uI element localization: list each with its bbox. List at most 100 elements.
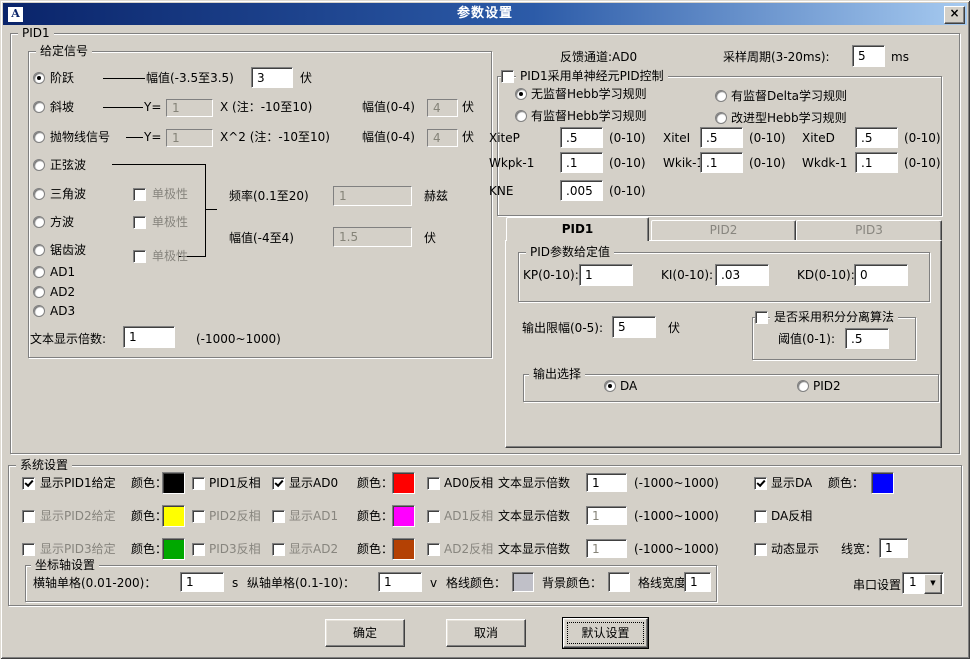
kd-input[interactable] (854, 264, 908, 286)
xited-label: XiteD (802, 131, 835, 145)
threshold-input[interactable] (845, 328, 889, 349)
cancel-button[interactable]: 取消 (446, 619, 526, 647)
pid2-invert-checkbox[interactable] (192, 510, 205, 523)
output-select-label: 输出选择 (529, 367, 585, 381)
radio-ad1[interactable] (33, 266, 45, 278)
mult3-input[interactable] (586, 539, 627, 558)
ok-button[interactable]: 确定 (325, 619, 405, 647)
chevron-down-icon[interactable]: ▼ (924, 574, 942, 594)
freq-input[interactable] (333, 186, 412, 206)
kne-input[interactable] (560, 180, 603, 201)
radio-square[interactable] (33, 216, 45, 228)
radio-hebb-unsupervised[interactable] (515, 88, 527, 100)
unipolar-triangle-checkbox[interactable] (133, 188, 146, 201)
signal-mult-input[interactable] (123, 326, 175, 348)
xited-input[interactable] (855, 127, 898, 148)
neural-enable-label: PID1采用单神经元PID控制 (516, 69, 668, 83)
radio-pid2-output[interactable] (797, 380, 809, 392)
da-invert-checkbox[interactable] (754, 510, 767, 523)
sample-period-input[interactable] (852, 45, 885, 67)
ramp-y-label: Y= (144, 100, 161, 114)
show-pid3-checkbox[interactable] (22, 543, 35, 556)
xitep-input[interactable] (560, 127, 603, 148)
mult3-label: 文本显示倍数 (498, 542, 570, 556)
mult2-input[interactable] (586, 506, 627, 525)
radio-ad2[interactable] (33, 286, 45, 298)
kp-input[interactable] (579, 264, 633, 286)
close-button[interactable]: × (944, 6, 965, 24)
pid3-invert-label: PID3反相 (209, 542, 261, 556)
wkik-label: Wkik-1 (663, 156, 704, 170)
show-ad2-checkbox[interactable] (272, 543, 285, 556)
xitei-input[interactable] (700, 127, 743, 148)
ramp-coef-input[interactable] (166, 99, 213, 117)
step-amp-input[interactable] (251, 67, 293, 88)
unipolar-square-checkbox[interactable] (133, 216, 146, 229)
ad1-color-swatch[interactable] (392, 505, 415, 527)
wkdk-input[interactable] (855, 152, 898, 173)
serial-dropdown[interactable]: 1 ▼ (902, 572, 944, 594)
ad0-invert-checkbox[interactable] (427, 477, 440, 490)
parabola-y-label: Y= (144, 130, 161, 144)
parabola-amp-input[interactable] (427, 129, 458, 147)
parabola-coef-input[interactable] (166, 129, 213, 147)
wkik-range: (0-10) (749, 156, 786, 170)
show-pid2-label: 显示PID2给定 (40, 509, 116, 523)
ad1-invert-checkbox[interactable] (427, 510, 440, 523)
feedback-channel-label: 反馈通道:AD0 (560, 50, 637, 64)
radio-ramp[interactable] (33, 101, 45, 113)
radio-parabola-label: 抛物线信号 (50, 130, 110, 144)
radio-step[interactable] (33, 72, 45, 84)
pid3-invert-checkbox[interactable] (192, 543, 205, 556)
ki-input[interactable] (715, 264, 769, 286)
tab-pid3[interactable]: PID3 (796, 220, 942, 240)
show-ad0-label: 显示AD0 (289, 476, 338, 490)
pid1-invert-checkbox[interactable] (192, 477, 205, 490)
wkik-input[interactable] (700, 152, 743, 173)
radio-ramp-label: 斜坡 (50, 100, 74, 114)
radio-sine[interactable] (33, 159, 45, 171)
h-grid-input[interactable] (180, 572, 224, 592)
default-settings-button[interactable]: 默认设置 (563, 618, 648, 648)
freq-label: 频率(0.1至20) (229, 189, 309, 203)
ramp-amp-input[interactable] (427, 99, 458, 117)
radio-hebb-improved[interactable] (715, 112, 727, 124)
show-pid1-checkbox[interactable] (22, 477, 35, 490)
ad0-invert-label: AD0反相 (444, 476, 493, 490)
ad0-color-swatch[interactable] (392, 472, 415, 494)
bg-color-swatch[interactable] (608, 572, 630, 592)
radio-sawtooth[interactable] (33, 244, 45, 256)
show-pid2-checkbox[interactable] (22, 510, 35, 523)
ad2-invert-checkbox[interactable] (427, 543, 440, 556)
wave-amp-input[interactable] (333, 227, 412, 247)
dynamic-display-checkbox[interactable] (754, 543, 767, 556)
pid3-color-swatch[interactable] (162, 538, 185, 560)
show-ad1-checkbox[interactable] (272, 510, 285, 523)
output-limit-input[interactable] (612, 316, 656, 338)
grid-width-input[interactable] (684, 572, 711, 592)
radio-sine-label: 正弦波 (50, 158, 86, 172)
show-da-checkbox[interactable] (754, 477, 767, 490)
radio-hebb-supervised[interactable] (515, 110, 527, 122)
mult1-input[interactable] (586, 473, 627, 492)
grid-color-swatch[interactable] (512, 572, 534, 592)
radio-da[interactable] (604, 380, 616, 392)
pid1-color-swatch[interactable] (162, 472, 185, 494)
radio-delta-supervised[interactable] (715, 90, 727, 102)
v-grid-input[interactable] (378, 572, 422, 592)
unipolar-sawtooth-checkbox[interactable] (133, 250, 146, 263)
tab-pid2[interactable]: PID2 (651, 220, 796, 240)
wkpk-input[interactable] (560, 152, 603, 173)
line-width-input[interactable] (879, 538, 908, 558)
da-color-swatch[interactable] (871, 472, 894, 494)
pid2-color-swatch[interactable] (162, 505, 185, 527)
neural-enable-checkbox[interactable] (501, 70, 514, 83)
show-ad0-checkbox[interactable] (272, 477, 285, 490)
xitei-range: (0-10) (749, 131, 786, 145)
radio-parabola[interactable] (33, 131, 45, 143)
radio-triangle[interactable] (33, 188, 45, 200)
integral-sep-checkbox[interactable] (755, 311, 768, 324)
ad2-color-swatch[interactable] (392, 538, 415, 560)
tab-pid1[interactable]: PID1 (506, 217, 649, 241)
radio-ad3[interactable] (33, 305, 45, 317)
